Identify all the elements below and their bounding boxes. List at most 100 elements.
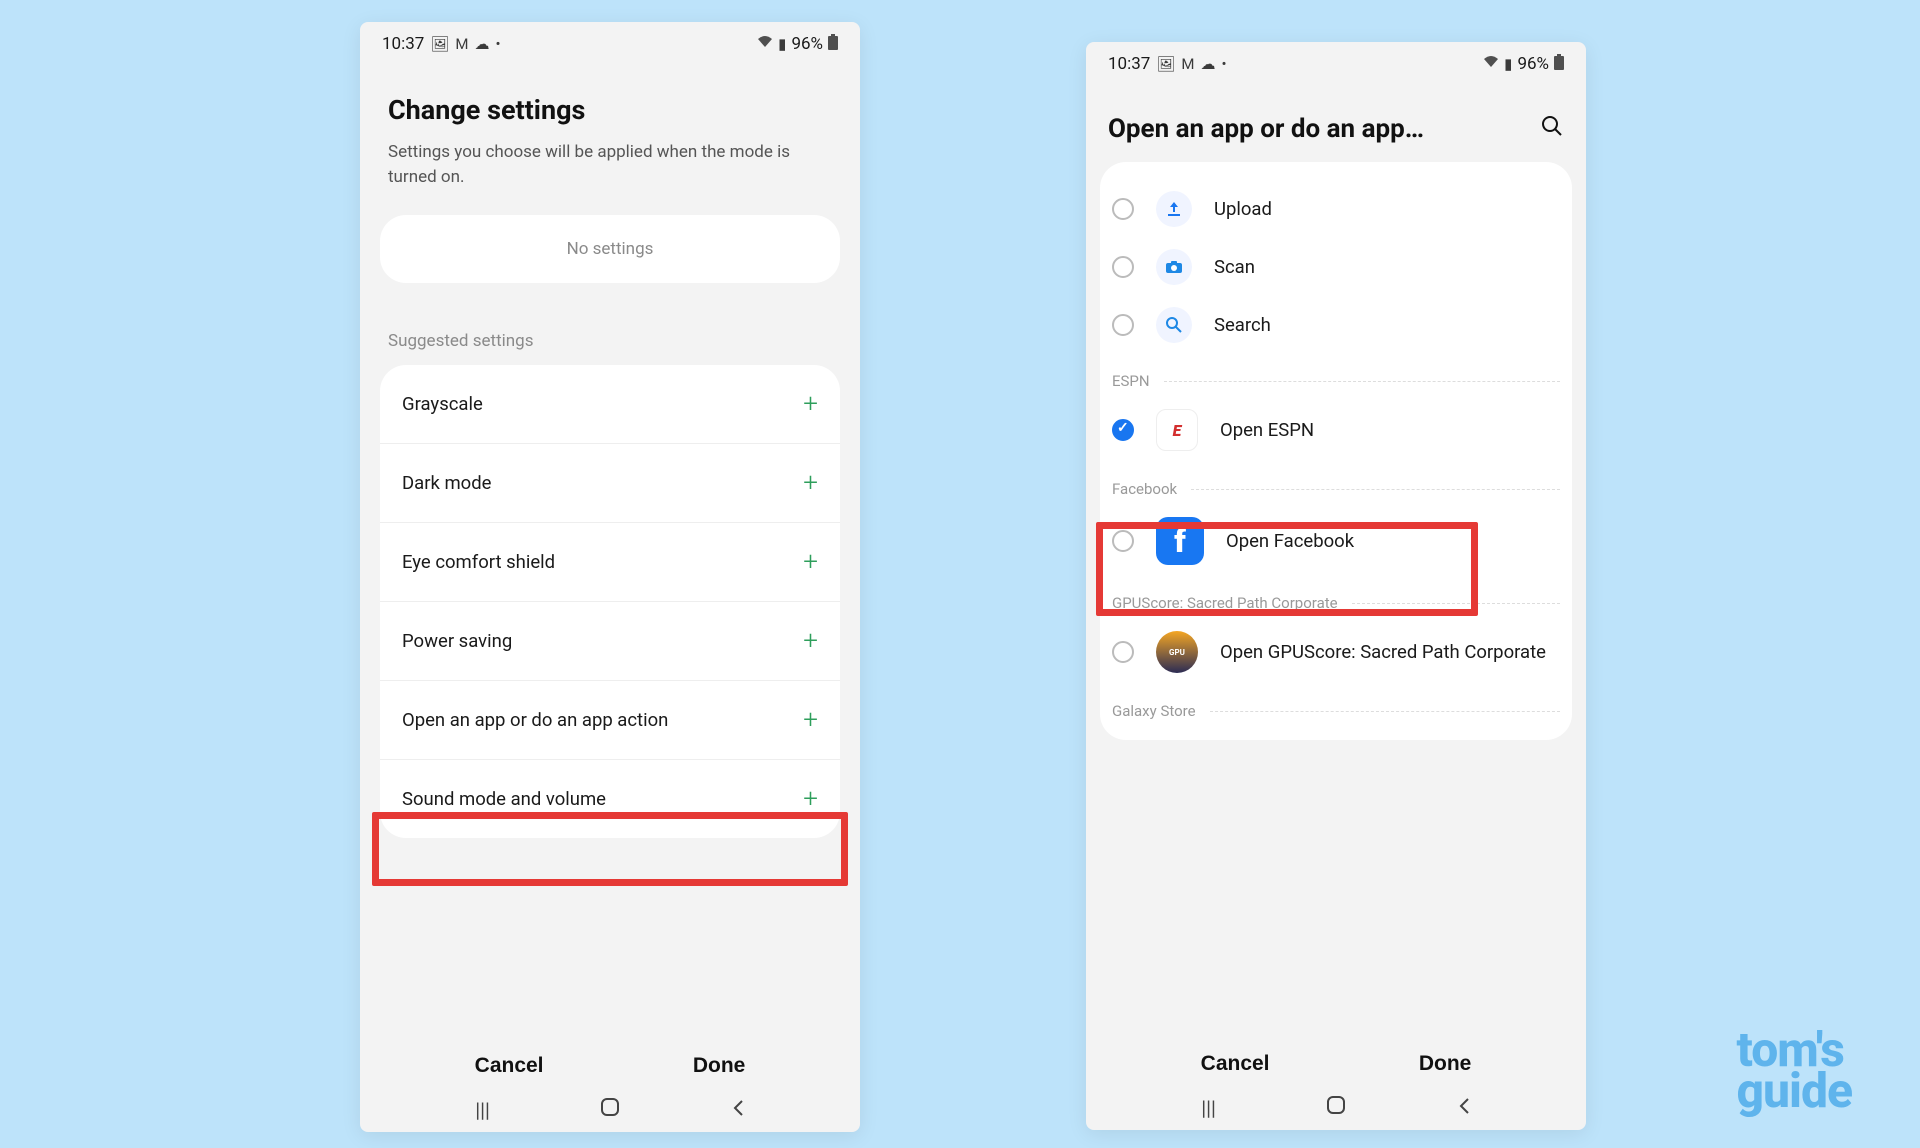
row-eye-comfort[interactable]: Eye comfort shield +: [380, 522, 840, 601]
group-gpuscore: GPUScore: Sacred Path Corporate: [1100, 576, 1572, 620]
image-icon: 🖼: [1156, 55, 1175, 73]
row-label: Power saving: [402, 630, 512, 652]
battery-icon: [828, 34, 838, 54]
app-row-open-gpuscore[interactable]: GPU Open GPUScore: Sacred Path Corporate: [1100, 620, 1572, 684]
divider: [1352, 603, 1560, 604]
app-label: Search: [1214, 313, 1271, 337]
cloud-icon: ☁: [475, 35, 490, 53]
row-label: Dark mode: [402, 472, 491, 494]
search-icon: [1156, 307, 1192, 343]
status-bar: 10:37 🖼 M ☁ • ▮ 96%: [1086, 42, 1586, 84]
search-icon[interactable]: [1522, 114, 1564, 144]
no-settings-card: No settings: [380, 215, 840, 283]
wifi-icon: [1483, 55, 1499, 73]
battery-percent: 96%: [791, 34, 823, 54]
app-label: Open GPUScore: Sacred Path Corporate: [1220, 640, 1546, 664]
done-button[interactable]: Done: [1419, 1052, 1472, 1076]
gpuscore-icon: GPU: [1156, 631, 1198, 673]
gmail-icon: M: [455, 35, 468, 53]
gmail-icon: M: [1181, 55, 1194, 73]
row-dark-mode[interactable]: Dark mode +: [380, 443, 840, 522]
plus-icon[interactable]: +: [803, 784, 818, 814]
signal-icon: ▮: [778, 35, 786, 53]
row-grayscale[interactable]: Grayscale +: [380, 365, 840, 443]
app-list: Upload Scan Search ESPN E Open ESP: [1100, 162, 1572, 740]
divider: [1164, 381, 1560, 382]
group-espn: ESPN: [1100, 354, 1572, 398]
camera-icon: [1156, 249, 1192, 285]
plus-icon[interactable]: +: [803, 705, 818, 735]
battery-percent: 96%: [1517, 54, 1549, 74]
radio-checked[interactable]: [1112, 419, 1134, 441]
wifi-icon: [757, 35, 773, 53]
back-icon[interactable]: [731, 1098, 745, 1122]
row-open-app-action[interactable]: Open an app or do an app action +: [380, 680, 840, 759]
row-label: Eye comfort shield: [402, 551, 555, 573]
app-row-search[interactable]: Search: [1100, 296, 1572, 354]
button-bar: Cancel Done: [360, 1054, 860, 1078]
home-icon[interactable]: [1326, 1095, 1346, 1120]
recents-icon[interactable]: |||: [1201, 1096, 1216, 1120]
radio-unchecked[interactable]: [1112, 256, 1134, 278]
app-row-open-facebook[interactable]: f Open Facebook: [1100, 506, 1572, 576]
facebook-icon: f: [1156, 517, 1204, 565]
radio-unchecked[interactable]: [1112, 314, 1134, 336]
section-suggested-label: Suggested settings: [360, 283, 860, 365]
status-time: 10:37: [382, 34, 424, 54]
toms-guide-watermark: tom's guide: [1736, 1030, 1852, 1112]
nav-bar: |||: [360, 1097, 860, 1122]
app-label: Scan: [1214, 255, 1255, 279]
phone-change-settings: 10:37 🖼 M ☁ • ▮ 96% Change settings Sett…: [360, 22, 860, 1132]
dot-icon: •: [496, 35, 501, 53]
row-power-saving[interactable]: Power saving +: [380, 601, 840, 680]
group-name: Facebook: [1112, 480, 1177, 498]
row-label: Sound mode and volume: [402, 788, 606, 810]
dot-icon: •: [1222, 55, 1227, 73]
nav-bar: |||: [1086, 1095, 1586, 1120]
upload-icon: [1156, 191, 1192, 227]
app-label: Open Facebook: [1226, 529, 1354, 553]
plus-icon[interactable]: +: [803, 547, 818, 577]
back-icon[interactable]: [1457, 1096, 1471, 1120]
search-header: Open an app or do an app…: [1086, 84, 1586, 162]
signal-icon: ▮: [1504, 55, 1512, 73]
divider: [1191, 489, 1560, 490]
button-bar: Cancel Done: [1086, 1052, 1586, 1076]
suggested-settings-card: Grayscale + Dark mode + Eye comfort shie…: [380, 365, 840, 838]
cloud-icon: ☁: [1201, 55, 1216, 73]
group-name: GPUScore: Sacred Path Corporate: [1112, 594, 1338, 612]
phone-open-app-list: 10:37 🖼 M ☁ • ▮ 96% Open an app or do an…: [1086, 42, 1586, 1130]
app-row-open-espn[interactable]: E Open ESPN: [1100, 398, 1572, 462]
app-row-upload[interactable]: Upload: [1100, 180, 1572, 238]
app-label: Upload: [1214, 197, 1272, 221]
battery-icon: [1554, 54, 1564, 74]
radio-unchecked[interactable]: [1112, 198, 1134, 220]
app-row-scan[interactable]: Scan: [1100, 238, 1572, 296]
cancel-button[interactable]: Cancel: [1201, 1052, 1270, 1076]
image-icon: 🖼: [430, 35, 449, 53]
page-title: Change settings: [360, 64, 860, 140]
home-icon[interactable]: [600, 1097, 620, 1122]
cancel-button[interactable]: Cancel: [475, 1054, 544, 1078]
plus-icon[interactable]: +: [803, 468, 818, 498]
plus-icon[interactable]: +: [803, 626, 818, 656]
row-label: Grayscale: [402, 393, 483, 415]
page-title: Open an app or do an app…: [1108, 114, 1522, 144]
page-subtitle: Settings you choose will be applied when…: [360, 140, 860, 215]
row-sound-mode[interactable]: Sound mode and volume +: [380, 759, 840, 838]
app-label: Open ESPN: [1220, 418, 1314, 442]
status-time: 10:37: [1108, 54, 1150, 74]
row-label: Open an app or do an app action: [402, 709, 668, 731]
espn-icon: E: [1156, 409, 1198, 451]
status-bar: 10:37 🖼 M ☁ • ▮ 96%: [360, 22, 860, 64]
radio-unchecked[interactable]: [1112, 530, 1134, 552]
radio-unchecked[interactable]: [1112, 641, 1134, 663]
group-facebook: Facebook: [1100, 462, 1572, 506]
plus-icon[interactable]: +: [803, 389, 818, 419]
done-button[interactable]: Done: [693, 1054, 746, 1078]
divider: [1210, 711, 1560, 712]
group-galaxy-store: Galaxy Store: [1100, 684, 1572, 728]
recents-icon[interactable]: |||: [475, 1098, 490, 1122]
watermark-line2: guide: [1736, 1071, 1852, 1112]
group-name: ESPN: [1112, 372, 1150, 390]
